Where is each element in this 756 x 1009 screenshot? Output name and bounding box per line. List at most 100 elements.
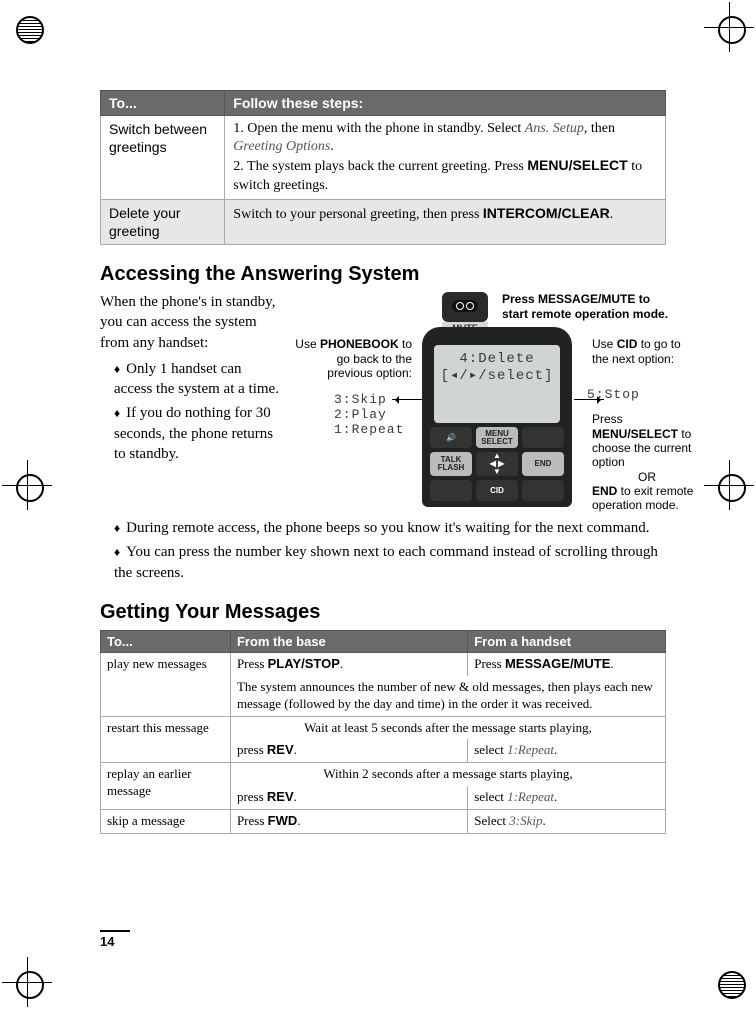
access-row: When the phone's in standby, you can acc… bbox=[100, 292, 666, 512]
cell: Press MESSAGE/MUTE. bbox=[468, 652, 666, 675]
keycap: FWD bbox=[268, 813, 298, 828]
messages-table: To... From the base From a handset play … bbox=[100, 630, 666, 834]
list-item: During remote access, the phone beeps so… bbox=[114, 518, 666, 538]
handset-keypad: 🔊 MENU SELECT TALK FLASH ▲◀ ▶▼ END CID bbox=[430, 427, 564, 501]
section-heading: Getting Your Messages bbox=[100, 601, 666, 624]
cell: press REV. bbox=[230, 786, 467, 809]
text: Use bbox=[295, 337, 320, 351]
cell: Press FWD. bbox=[230, 810, 467, 834]
table-header: From a handset bbox=[468, 630, 666, 652]
callout-left: Use PHONEBOOK to go back to the previous… bbox=[292, 337, 412, 380]
row-label: restart this message bbox=[101, 716, 231, 763]
blank-key bbox=[430, 480, 472, 501]
menu-path: 3:Skip bbox=[509, 813, 542, 828]
cell: press REV. bbox=[230, 739, 467, 762]
keycap: REV bbox=[267, 742, 294, 757]
text: Select bbox=[474, 813, 509, 828]
menu-select-key: MENU SELECT bbox=[476, 427, 518, 448]
text: . bbox=[554, 789, 557, 804]
keycap: PLAY/STOP bbox=[268, 656, 340, 671]
crop-mark-icon bbox=[704, 957, 754, 1007]
table-header: To... bbox=[101, 630, 231, 652]
crop-mark-icon bbox=[2, 2, 52, 52]
keycap: MESSAGE/MUTE bbox=[538, 292, 635, 306]
cell-lead: Within 2 seconds after a message starts … bbox=[230, 763, 665, 786]
text: OR bbox=[592, 470, 702, 484]
crop-mark-icon bbox=[2, 460, 52, 510]
arrow-left-icon bbox=[392, 399, 422, 400]
list-item: You can press the number key shown next … bbox=[114, 542, 666, 583]
blank-key bbox=[522, 480, 564, 501]
text: . bbox=[340, 656, 343, 671]
text: Press bbox=[592, 412, 623, 426]
text: press bbox=[237, 789, 267, 804]
end-key: END bbox=[522, 452, 564, 476]
menu-path: Ans. Setup bbox=[525, 121, 584, 136]
text: press bbox=[237, 742, 267, 757]
keycap: END bbox=[592, 484, 617, 498]
manual-page: To... Follow these steps: Switch between… bbox=[0, 0, 756, 1009]
text: select bbox=[474, 742, 507, 757]
row-label: skip a message bbox=[101, 810, 231, 834]
page-number: 14 bbox=[100, 930, 130, 949]
crop-mark-icon bbox=[2, 957, 52, 1007]
text: 2. The system plays back the current gre… bbox=[233, 159, 527, 174]
text: . bbox=[610, 207, 614, 222]
cell-shared: The system announces the number of new &… bbox=[230, 676, 665, 716]
handset-graphic: 4:Delete [◂/▸/select] 🔊 MENU SELECT TALK… bbox=[422, 327, 572, 507]
text: Press bbox=[502, 292, 538, 306]
cid-key: CID bbox=[476, 480, 518, 501]
text: . bbox=[294, 789, 297, 804]
keycap: CID bbox=[617, 337, 638, 351]
cell-lead: Wait at least 5 seconds after the messag… bbox=[230, 716, 665, 739]
access-left-col: When the phone's in standby, you can acc… bbox=[100, 292, 280, 512]
cell: select 1:Repeat. bbox=[468, 786, 666, 809]
text: 1. Open the menu with the phone in stand… bbox=[233, 121, 524, 136]
table-header: Follow these steps: bbox=[225, 91, 666, 116]
callout-right-top: Use CID to go to the next option: bbox=[592, 337, 692, 366]
table-header: From the base bbox=[230, 630, 467, 652]
keycap: MESSAGE/MUTE bbox=[505, 656, 610, 671]
text: . bbox=[294, 742, 297, 757]
row-label: Switch between greetings bbox=[101, 116, 225, 200]
tape-icon bbox=[442, 292, 488, 322]
menu-path: Greeting Options bbox=[233, 139, 330, 154]
list-item: If you do nothing for 30 seconds, the ph… bbox=[114, 403, 280, 464]
cell: Press PLAY/STOP. bbox=[230, 652, 467, 675]
text: select bbox=[474, 789, 507, 804]
row-steps: Switch to your personal greeting, then p… bbox=[225, 199, 666, 244]
text: Press bbox=[474, 656, 505, 671]
keycap: MENU/SELECT bbox=[592, 427, 678, 441]
text: Use bbox=[592, 337, 617, 351]
menu-path: 1:Repeat bbox=[507, 789, 554, 804]
keycap: INTERCOM/CLEAR bbox=[483, 205, 610, 221]
text: . bbox=[610, 656, 613, 671]
callout-top: Press MESSAGE/MUTE to start remote opera… bbox=[502, 292, 672, 321]
table-header: To... bbox=[101, 91, 225, 116]
crop-mark-icon bbox=[704, 460, 754, 510]
lcd-line: 4:Delete bbox=[438, 351, 556, 367]
list-item: Only 1 handset can access the system at … bbox=[114, 359, 280, 400]
cell: select 1:Repeat. bbox=[468, 739, 666, 762]
menu-path: 1:Repeat bbox=[507, 742, 554, 757]
section-heading: Accessing the Answering System bbox=[100, 263, 666, 286]
keycap: PHONEBOOK bbox=[320, 337, 399, 351]
handset-diagram: MUTE Press MESSAGE/MUTE to start remote … bbox=[292, 292, 666, 512]
text: Press bbox=[237, 813, 268, 828]
arrow-right-icon bbox=[574, 399, 604, 400]
lcd-line: [◂/▸/select] bbox=[438, 367, 556, 384]
crop-mark-icon bbox=[704, 2, 754, 52]
row-steps: 1. Open the menu with the phone in stand… bbox=[225, 116, 666, 200]
text: Switch to your personal greeting, then p… bbox=[233, 207, 483, 222]
text: . bbox=[554, 742, 557, 757]
intro-text: When the phone's in standby, you can acc… bbox=[100, 292, 280, 353]
text: Press bbox=[237, 656, 268, 671]
cell: Select 3:Skip. bbox=[468, 810, 666, 834]
keycap: REV bbox=[267, 789, 294, 804]
talk-flash-key: TALK FLASH bbox=[430, 452, 472, 476]
keycap: MENU/SELECT bbox=[527, 157, 627, 173]
lcd-line: 2:Play bbox=[334, 407, 404, 422]
row-label: play new messages bbox=[101, 652, 231, 716]
speaker-key: 🔊 bbox=[430, 427, 472, 448]
greetings-table: To... Follow these steps: Switch between… bbox=[100, 90, 666, 245]
